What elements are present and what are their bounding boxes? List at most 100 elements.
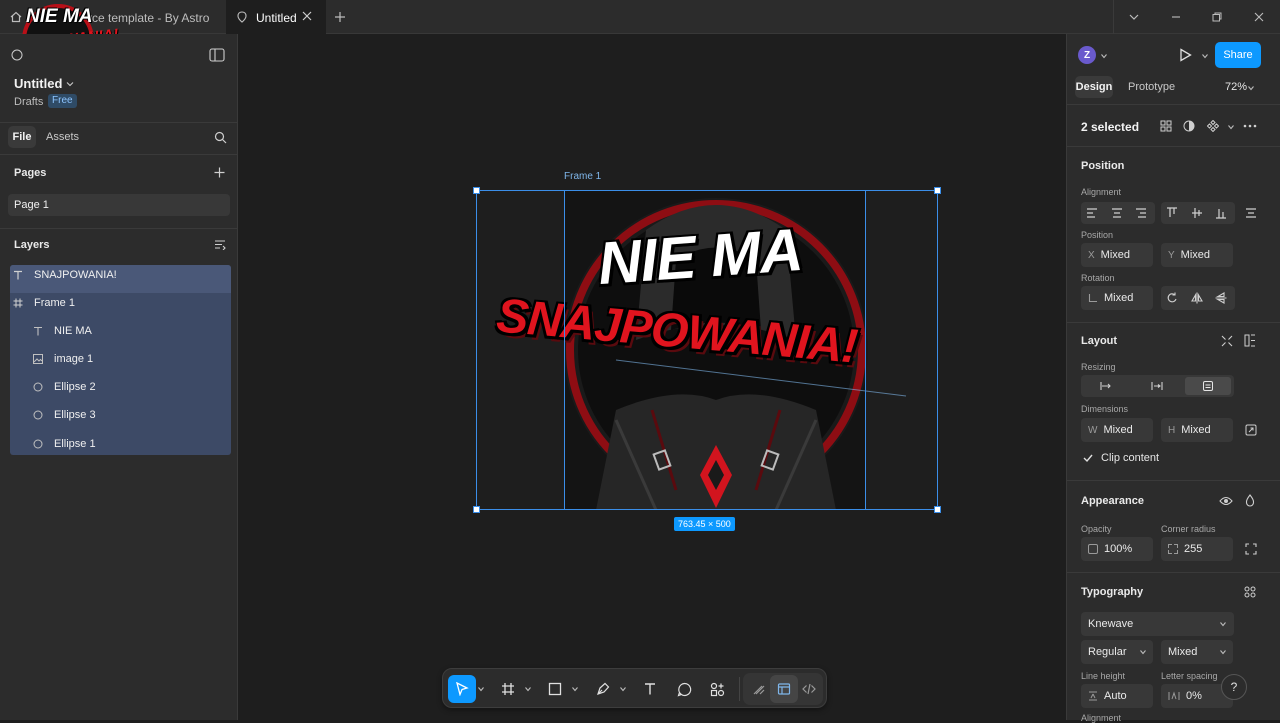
comment-tool-button[interactable] <box>670 675 698 703</box>
layer-row[interactable]: image 1 <box>10 345 231 373</box>
close-tab-icon[interactable] <box>302 11 312 21</box>
new-tab-button[interactable] <box>320 0 360 34</box>
move-tool-button[interactable] <box>448 675 476 703</box>
dev-mode-button[interactable] <box>795 675 823 703</box>
divider <box>1067 572 1280 573</box>
font-weight-select[interactable]: Regular <box>1081 640 1153 664</box>
independent-corners-icon[interactable] <box>1245 543 1257 555</box>
opacity-field[interactable]: 100% <box>1081 537 1153 561</box>
chevron-down-icon[interactable] <box>1247 84 1255 92</box>
tab-untitled[interactable]: Untitled <box>226 0 326 34</box>
search-icon[interactable] <box>214 131 227 144</box>
align-top-icon[interactable] <box>1166 207 1178 219</box>
chevron-down-icon[interactable] <box>571 685 579 693</box>
page-item[interactable]: Page 1 <box>8 194 230 216</box>
component-icon[interactable] <box>1207 120 1219 132</box>
maximize-button[interactable] <box>1197 0 1237 34</box>
flip-horizontal-icon[interactable] <box>1191 292 1203 304</box>
layer-row[interactable]: Ellipse 2 <box>10 373 231 401</box>
close-window-button[interactable] <box>1239 0 1279 34</box>
present-icon[interactable] <box>1179 48 1192 62</box>
constrain-proportions-icon[interactable] <box>1245 424 1257 436</box>
tab-design[interactable]: Design <box>1075 76 1113 98</box>
rotate-icon[interactable] <box>1166 292 1178 304</box>
tab-prototype[interactable]: Prototype <box>1128 81 1175 93</box>
align-center-icon[interactable] <box>1111 207 1123 219</box>
hug-contents-icon[interactable] <box>1151 380 1163 392</box>
text-tool-button[interactable] <box>636 675 664 703</box>
chevron-down-icon[interactable] <box>477 685 485 693</box>
more-options-icon[interactable] <box>1243 120 1257 132</box>
align-middle-icon[interactable] <box>1191 207 1203 219</box>
mask-icon[interactable] <box>1183 120 1195 132</box>
canvas[interactable]: Frame 1 NIE MA SNAJPOWANIA! 763.45 × 500 <box>238 34 1066 720</box>
help-button[interactable]: ? <box>1221 674 1247 700</box>
resize-handle-bl[interactable] <box>473 506 480 513</box>
width-field[interactable]: W Mixed <box>1081 418 1153 442</box>
auto-layout-icon[interactable] <box>1244 334 1256 347</box>
layer-row[interactable]: SNAJPOWANIA! <box>10 261 231 289</box>
w-prefix: W <box>1088 424 1098 436</box>
chevron-down-icon[interactable] <box>619 685 627 693</box>
flip-vertical-icon[interactable] <box>1215 292 1227 304</box>
resources-tool-button[interactable] <box>703 675 731 703</box>
layer-row[interactable]: NIE MA <box>10 317 231 345</box>
rectangle-icon <box>548 682 562 696</box>
layers-title: Layers <box>14 239 50 251</box>
align-right-icon[interactable] <box>1135 207 1147 219</box>
rotation-field[interactable]: Mixed <box>1081 286 1153 310</box>
layer-row[interactable]: Ellipse 3 <box>10 401 231 429</box>
file-menu-chevron-icon[interactable] <box>66 80 74 88</box>
layer-row[interactable]: Ellipse 1 <box>10 430 231 458</box>
x-position-field[interactable]: X Mixed <box>1081 243 1153 267</box>
avatar[interactable]: Z <box>1078 46 1096 64</box>
layers-list-icon[interactable] <box>214 239 226 250</box>
corner-radius-field[interactable]: 255 <box>1161 537 1233 561</box>
frame-label[interactable]: Frame 1 <box>564 171 601 182</box>
collapse-layout-icon[interactable] <box>1221 335 1233 347</box>
y-position-field[interactable]: Y Mixed <box>1161 243 1233 267</box>
chevron-down-icon[interactable] <box>1100 52 1108 60</box>
design-mode-button[interactable] <box>770 675 798 703</box>
font-size-select[interactable]: Mixed <box>1161 640 1233 664</box>
distribute-icon[interactable] <box>1245 207 1257 219</box>
file-location[interactable]: Drafts <box>14 96 43 108</box>
tab-assets[interactable]: Assets <box>46 131 79 143</box>
zoom-level[interactable]: 72% <box>1225 81 1247 93</box>
line-height-label: Line height <box>1081 671 1126 681</box>
tabs-dropdown-button[interactable] <box>1114 0 1154 34</box>
tab-file[interactable]: File <box>8 126 36 148</box>
fixed-width-icon[interactable] <box>1100 380 1112 392</box>
height-field[interactable]: H Mixed <box>1161 418 1233 442</box>
grid-icon[interactable] <box>1160 120 1172 132</box>
layer-name: Ellipse 1 <box>54 438 96 450</box>
resize-handle-tr[interactable] <box>934 187 941 194</box>
chevron-down-icon[interactable] <box>1201 52 1209 60</box>
share-button[interactable]: Share <box>1215 42 1261 68</box>
eye-icon[interactable] <box>1219 495 1233 507</box>
frame-tool-button[interactable] <box>494 675 522 703</box>
align-bottom-icon[interactable] <box>1215 207 1227 219</box>
line-height-field[interactable]: Auto <box>1081 684 1153 708</box>
shape-tool-button[interactable] <box>541 675 569 703</box>
font-family-select[interactable]: Knewave <box>1081 612 1234 636</box>
clip-content-checkbox[interactable] <box>1083 453 1093 463</box>
resize-handle-tl[interactable] <box>473 187 480 194</box>
file-name[interactable]: Untitled <box>14 76 62 91</box>
clip-content-label[interactable]: Clip content <box>1101 452 1159 464</box>
align-left-icon[interactable] <box>1086 207 1098 219</box>
resize-handle-br[interactable] <box>934 506 941 513</box>
plan-badge[interactable]: Free <box>48 94 77 108</box>
layer-row[interactable]: Frame 1 <box>10 289 231 317</box>
blend-mode-icon[interactable] <box>1245 494 1255 507</box>
text-styles-icon[interactable] <box>1244 586 1256 598</box>
chevron-down-icon[interactable] <box>524 685 532 693</box>
chevron-down-icon[interactable] <box>1227 123 1235 131</box>
add-page-icon[interactable] <box>214 167 225 178</box>
pen-tool-button[interactable] <box>589 675 617 703</box>
draw-mode-button[interactable] <box>745 675 773 703</box>
minimize-button[interactable] <box>1156 0 1196 34</box>
main-menu-icon[interactable] <box>10 48 24 62</box>
title-bar: rce template - By Astro Untitled <box>0 0 1280 34</box>
toggle-sidebar-icon[interactable] <box>209 48 225 62</box>
